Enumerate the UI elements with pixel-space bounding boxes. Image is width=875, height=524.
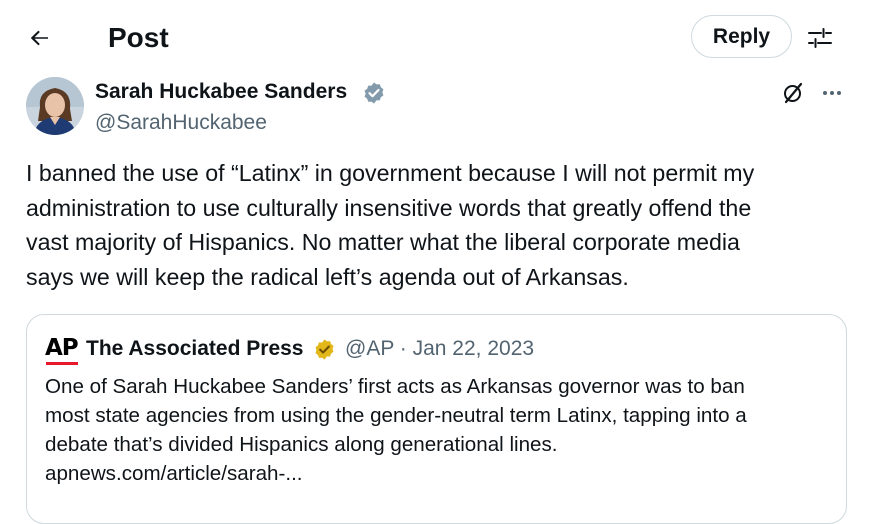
ap-logo-text: AP xyxy=(45,335,79,361)
reply-button[interactable]: Reply xyxy=(691,15,792,58)
more-options-button[interactable] xyxy=(818,80,846,106)
avatar[interactable] xyxy=(26,77,84,135)
quoted-author-name: The Associated Press xyxy=(86,337,304,360)
ap-logo-underline xyxy=(46,362,78,365)
author-handle[interactable]: @SarahHuckabee xyxy=(95,109,267,137)
grok-button[interactable] xyxy=(780,80,806,106)
back-button[interactable] xyxy=(20,18,60,58)
quoted-post-text: One of Sarah Huckabee Sanders’ first act… xyxy=(45,375,747,485)
grok-icon xyxy=(784,82,803,104)
ap-logo: AP xyxy=(45,335,79,367)
filter-button[interactable] xyxy=(802,20,838,56)
quoted-handle-date: @AP · Jan 22, 2023 xyxy=(345,337,535,360)
sliders-icon xyxy=(808,28,832,48)
post-text: I banned the use of “Latinx” in governme… xyxy=(26,160,755,290)
verified-badge-icon xyxy=(362,81,386,105)
page-title: Post xyxy=(108,22,169,53)
author-name[interactable]: Sarah Huckabee Sanders xyxy=(95,78,347,106)
verified-organization-badge-icon xyxy=(313,338,336,361)
more-horizontal-icon xyxy=(823,91,841,95)
avatar-image xyxy=(26,77,84,135)
arrow-left-icon xyxy=(30,30,48,46)
